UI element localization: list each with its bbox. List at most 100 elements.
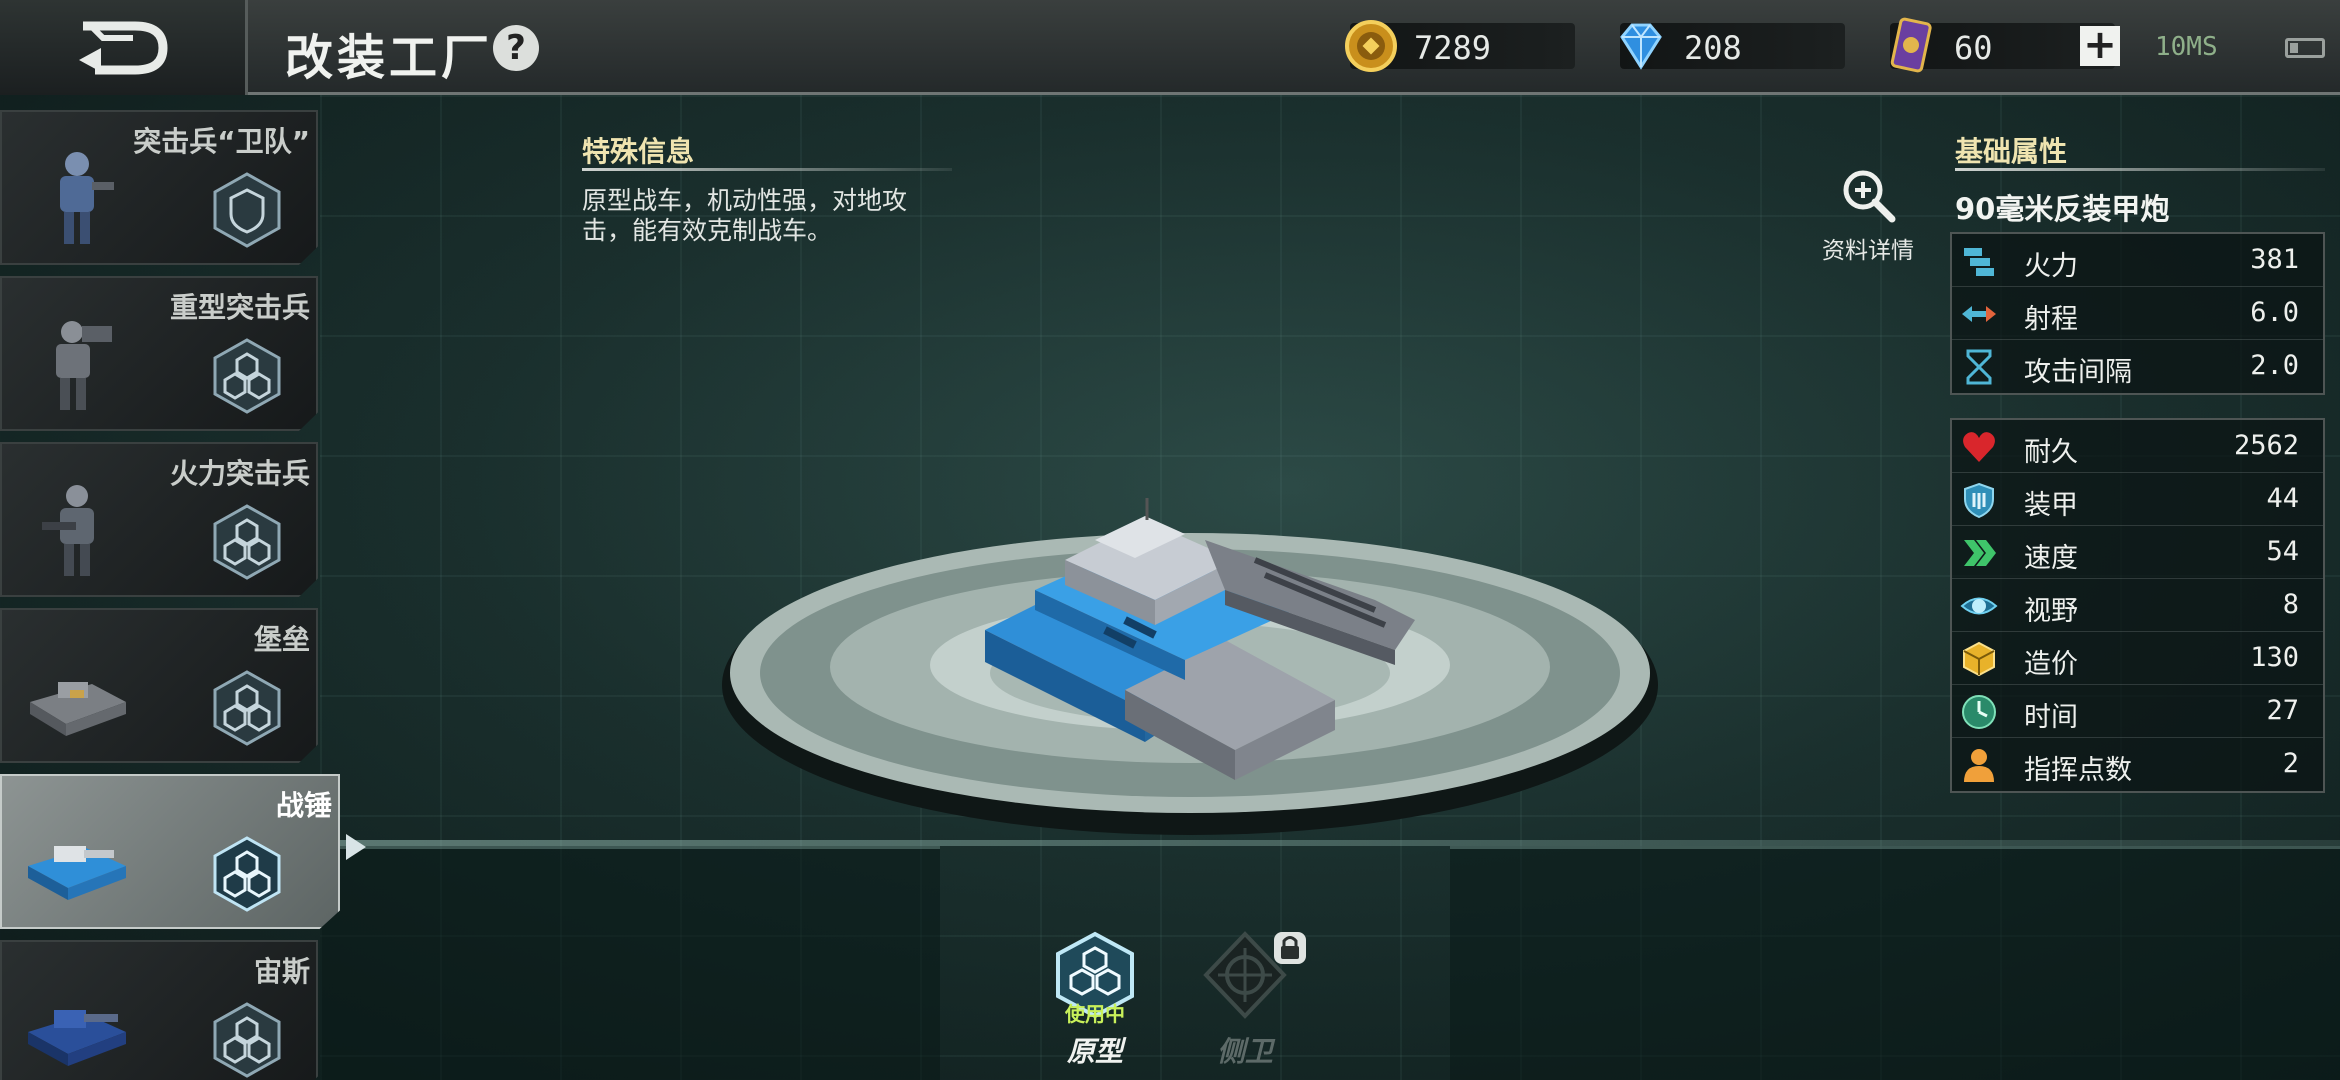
lock-icon: [1274, 932, 1306, 964]
shield-hex-icon: [213, 172, 281, 248]
special-info-title: 特殊信息: [582, 135, 695, 168]
chevrons-icon: [1964, 540, 1996, 566]
unit-item-zeus[interactable]: 宙斯: [0, 940, 318, 1080]
soldier-thumb-icon: [42, 485, 94, 576]
clock-icon: [1962, 695, 1996, 729]
stat-row-firepower: 火力 381: [1952, 234, 2323, 287]
stat-label: 速度: [2024, 543, 2078, 574]
variant-name: 原型: [1066, 1035, 1123, 1068]
back-button[interactable]: [0, 0, 248, 95]
special-info-description: 原型战车，机动性强，对地攻击，能有效克制战车。: [582, 186, 908, 245]
hex-module-icon: [213, 836, 281, 912]
stat-label: 攻击间隔: [2024, 357, 2132, 388]
unit-stats-panel: 耐久 2562 装甲 44 速度 54 视野 8 造价 130 时间 27 指挥…: [1950, 418, 2325, 793]
base-attributes-divider: [1955, 168, 2325, 171]
floor-panel-right: [1450, 846, 2340, 1080]
unit-name: 突击兵“卫队”: [133, 125, 310, 158]
unit-item-fire-assault[interactable]: 火力突击兵: [0, 442, 318, 597]
diamond-icon: [1620, 23, 1662, 70]
commander-icon: [1964, 749, 1994, 782]
stat-value: 2562: [2233, 430, 2299, 461]
stat-row-durability: 耐久 2562: [1952, 420, 2323, 473]
stat-label: 指挥点数: [2024, 755, 2132, 786]
stat-label: 火力: [2024, 251, 2078, 282]
unit-list: 突击兵“卫队” 重型突击兵 火力突击兵 堡垒 战锤 宙斯: [0, 98, 366, 1080]
unit-name: 战锤: [275, 789, 332, 822]
soldier-thumb-icon: [56, 321, 112, 410]
diamond-value: 208: [1684, 29, 1742, 67]
stat-label: 装甲: [2024, 490, 2078, 521]
stat-row-command-points: 指挥点数 2: [1952, 738, 2323, 791]
stat-row-speed: 速度 54: [1952, 526, 2323, 579]
special-info-divider: [582, 168, 952, 171]
unit-name: 重型突击兵: [169, 291, 310, 324]
stat-value: 54: [2266, 536, 2299, 567]
stat-label: 耐久: [2024, 437, 2078, 468]
hex-module-icon: [213, 1002, 281, 1078]
warhammer-tank-model: [985, 498, 1415, 780]
cube-icon: [1963, 641, 1995, 677]
help-button[interactable]: ?: [493, 25, 539, 71]
unit-item-heavy-assault[interactable]: 重型突击兵: [0, 276, 318, 431]
tank-thumb-icon: [28, 1010, 126, 1066]
attack-stats-panel: 火力 381 射程 6.0 攻击间隔 2.0: [1950, 232, 2325, 395]
detail-info-button[interactable]: 资料详情: [1818, 165, 1918, 265]
unit-name: 堡垒: [253, 623, 310, 656]
stat-value: 6.0: [2250, 297, 2299, 328]
hex-module-icon: [213, 504, 281, 580]
stat-value: 44: [2266, 483, 2299, 514]
stat-row-cost: 造价 130: [1952, 632, 2323, 685]
variant-name: 侧卫: [1216, 1035, 1273, 1068]
variant-prototype[interactable]: 使用中 原型: [1035, 930, 1155, 1070]
heart-icon: [1963, 432, 1995, 462]
diamond-counter: 208: [1620, 23, 1845, 70]
tank-thumb-icon: [28, 846, 126, 900]
unit-item-warhammer[interactable]: 战锤: [0, 774, 340, 929]
unit-item-fortress[interactable]: 堡垒: [0, 608, 318, 763]
detail-info-label: 资料详情: [1822, 238, 1914, 264]
stat-label: 造价: [2024, 649, 2078, 680]
range-icon: [1962, 306, 1996, 322]
zoom-in-icon: [1843, 170, 1896, 223]
floor-panel-left: [320, 846, 940, 1080]
stat-value: 27: [2266, 695, 2299, 726]
variant-in-use-badge: 使用中: [1065, 1002, 1125, 1026]
shield-icon: [1964, 482, 1994, 519]
stat-value: 2.0: [2250, 350, 2299, 381]
unit-name: 宙斯: [253, 955, 310, 988]
weapon-name: 90毫米反装甲炮: [1955, 192, 2170, 226]
tank-thumb-icon: [30, 682, 126, 736]
base-attributes-title: 基础属性: [1955, 135, 2068, 168]
top-bar: 改装工厂 ? 7289 208 60 + 10MS: [0, 0, 2340, 95]
unit-name: 火力突击兵: [169, 457, 310, 490]
stat-label: 射程: [2024, 304, 2078, 335]
stat-row-armor: 装甲 44: [1952, 473, 2323, 526]
stat-row-attack-interval: 攻击间隔 2.0: [1952, 340, 2323, 393]
selection-arrow-icon: [346, 834, 366, 860]
add-card-button[interactable]: +: [2080, 25, 2120, 66]
firepower-icon: [1964, 248, 1994, 276]
stat-label: 时间: [2024, 702, 2078, 733]
stat-label: 视野: [2024, 596, 2078, 627]
page-title: 改装工厂: [285, 30, 494, 86]
back-arrow-icon: [78, 21, 168, 74]
card-icon: [1890, 17, 1932, 73]
stat-value: 8: [2282, 589, 2299, 620]
hourglass-icon: [1966, 349, 1992, 385]
soldier-thumb-icon: [60, 152, 114, 244]
gold-counter: 7289: [1345, 20, 1575, 72]
eye-icon: [1960, 597, 1998, 615]
stat-value: 381: [2250, 244, 2299, 275]
stat-value: 130: [2250, 642, 2299, 673]
stat-row-vision: 视野 8: [1952, 579, 2323, 632]
card-value: 60: [1954, 29, 1993, 67]
hex-module-icon: [213, 670, 281, 746]
unit-item-guard-assault[interactable]: 突击兵“卫队”: [0, 110, 318, 265]
stat-value: 2: [2282, 748, 2299, 779]
network-latency: 10MS: [2155, 32, 2218, 62]
stat-row-range: 射程 6.0: [1952, 287, 2323, 340]
stat-row-time: 时间 27: [1952, 685, 2323, 738]
gold-coin-icon: [1345, 20, 1397, 72]
gold-value: 7289: [1414, 29, 1492, 67]
hex-module-icon: [213, 338, 281, 414]
